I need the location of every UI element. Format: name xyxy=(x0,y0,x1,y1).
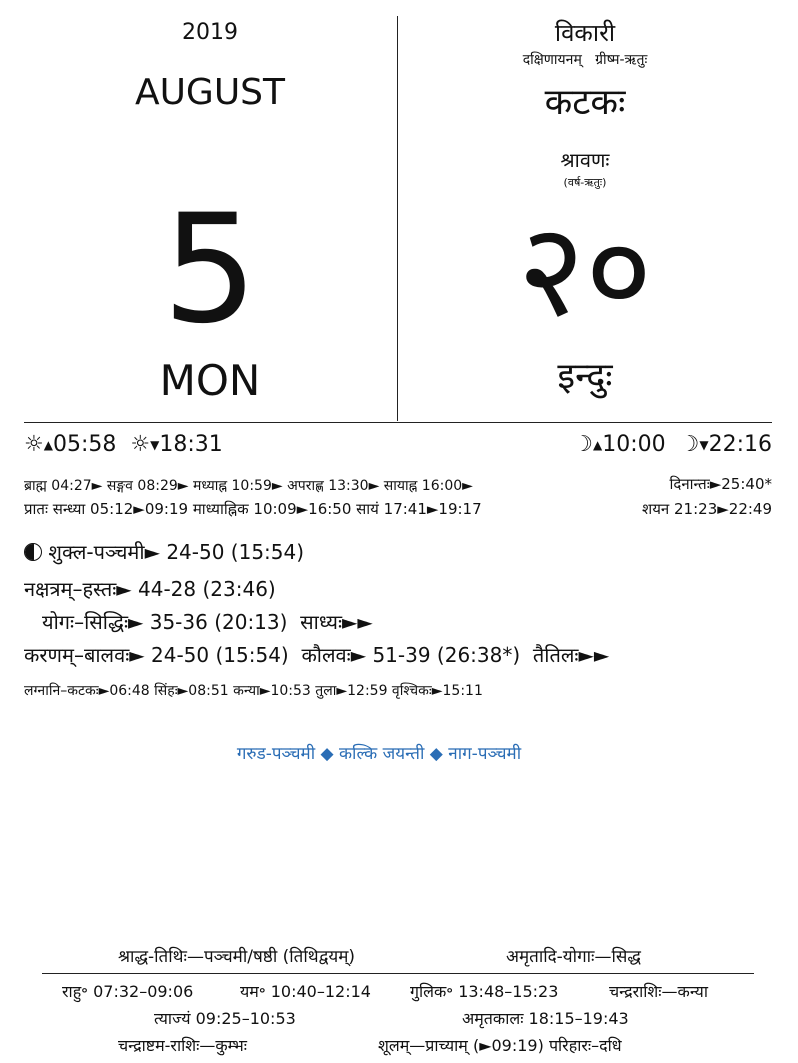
moonrise-time: 10:00 xyxy=(602,432,666,457)
moonset-time: 22:16 xyxy=(708,432,772,457)
gulika-kala: गुलिक॰ 13:48–15:23 xyxy=(410,982,559,1001)
nakshatra-line: नक्षत्रम्–हस्तः► 44-28 (23:46) xyxy=(24,577,276,601)
lagna-line: लग्नानि–कटकः►06:48 सिंहः►08:51 कन्या►10:… xyxy=(24,683,483,699)
rise-arrow-icon: ▲ xyxy=(592,438,603,452)
yoga-line: योगः–सिद्धिः► 35-36 (20:13) साध्यः►► xyxy=(42,610,373,634)
amrita-kala: अमृतकालः 18:15–19:43 xyxy=(462,1009,629,1028)
amritadi-yoga: अमृतादि-योगाः—सिद्ध xyxy=(506,947,641,967)
dinanta: दिनान्तः►25:40* xyxy=(669,475,772,493)
day-parts-line: ब्राह्म 04:27► सङ्गव 08:29► मध्याह्न 10:… xyxy=(24,478,473,494)
moon-phase-icon xyxy=(24,543,42,561)
sandhya-line: प्रातः सन्ध्या 05:12►09:19 माध्याह्निक 1… xyxy=(24,500,482,518)
rahu-kala: राहु॰ 07:32–09:06 xyxy=(62,982,194,1001)
set-arrow-icon: ▼ xyxy=(699,438,709,452)
ayana-ritu: दक्षिणायनम् ग्रीष्म-ऋतुः xyxy=(522,52,648,68)
lunar-month: श्रावणः xyxy=(560,148,610,172)
shayana: शयन 21:23►22:49 xyxy=(642,500,772,518)
samvatsara-name: विकारी xyxy=(554,19,616,47)
tithi-line: शुक्ल-पञ्चमी► 24-50 (15:54) xyxy=(24,538,304,565)
tithi: शुक्ल-पञ्चमी► 24-50 (15:54) xyxy=(48,540,305,564)
solar-day-number: २० xyxy=(517,194,653,346)
sunrise-time: 05:58 xyxy=(52,432,117,457)
vara-name: इन्दुः xyxy=(557,356,613,397)
set-arrow-icon: ▼ xyxy=(150,438,160,452)
year-label: 2019 xyxy=(182,20,238,45)
footer-divider xyxy=(42,973,754,974)
day-number: 5 xyxy=(162,183,258,357)
chandra-rashi: चन्द्रराशिः—कन्या xyxy=(609,982,708,1001)
moon-times: ☽▲10:00 ☽▼22:16 xyxy=(573,432,772,457)
rise-arrow-icon: ▲ xyxy=(43,438,53,452)
tyajya-kala: त्याज्यं 09:25–10:53 xyxy=(154,1009,296,1028)
sun-icon: ☼ xyxy=(24,432,44,457)
weekday-label: MON xyxy=(159,356,261,405)
sun-times: ☼▲05:58 ☼▼18:31 xyxy=(24,432,223,457)
sunset-time: 18:31 xyxy=(159,432,223,457)
yama-kala: यम॰ 10:40–12:14 xyxy=(240,982,371,1001)
moon-icon: ☽ xyxy=(573,432,593,457)
moon-icon: ☽ xyxy=(679,432,700,457)
shraddha-tithi: श्राद्ध-तिथिः—पञ्चमी/षष्ठी (तिथिद्वयम्) xyxy=(118,947,356,967)
solar-month: कटकः xyxy=(544,82,626,123)
month-label: AUGUST xyxy=(134,72,286,113)
lunar-ritu: (वर्ष-ऋतुः) xyxy=(563,176,607,189)
karana-line: करणम्–बालवः► 24-50 (15:54) कौलवः► 51-39 … xyxy=(24,643,610,667)
horizontal-divider xyxy=(24,422,772,423)
festivals: गरुड-पञ्चमी ◆ कल्कि जयन्ती ◆ नाग-पञ्चमी xyxy=(236,744,522,764)
vertical-divider xyxy=(397,16,398,421)
chandrashtama-rashi: चन्द्राष्टम-राशिः—कुम्भः xyxy=(118,1036,247,1055)
sun-icon: ☼ xyxy=(130,432,151,457)
shulam: शूलम्—प्राच्याम् (►09:19) परिहारः–दधि xyxy=(378,1036,622,1055)
